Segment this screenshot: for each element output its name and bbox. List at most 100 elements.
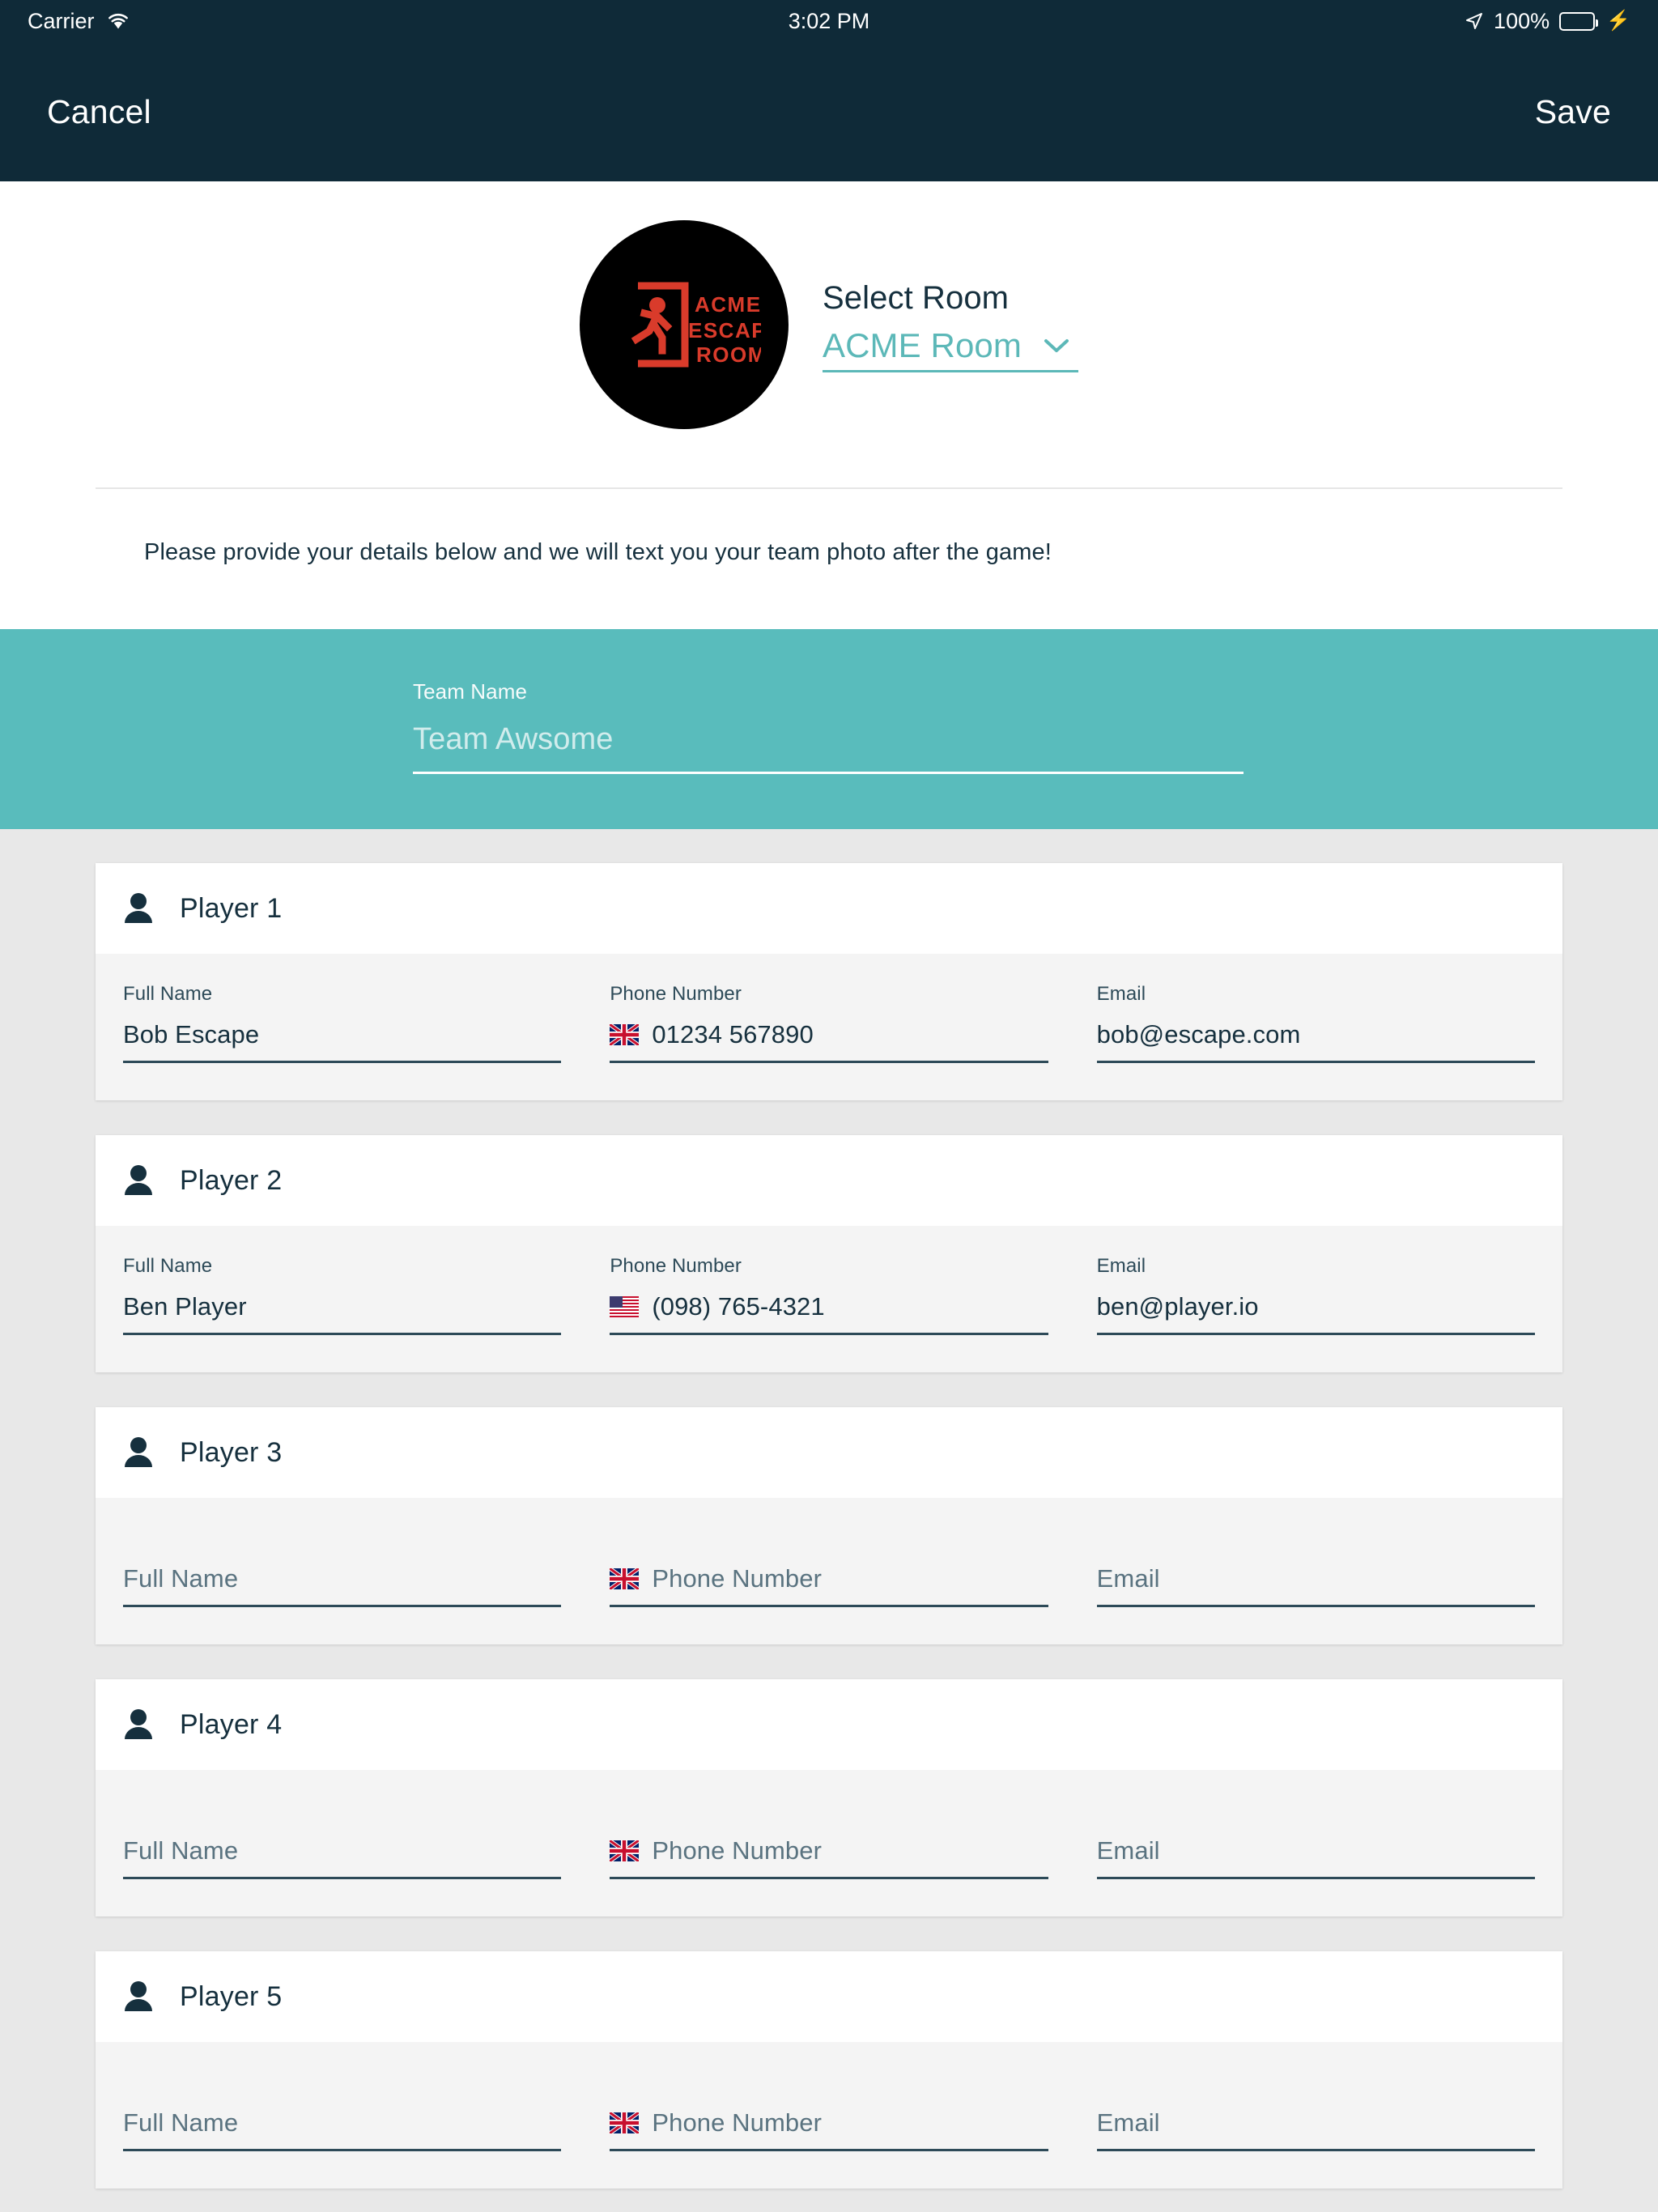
full-name-field[interactable]: Full Name — [123, 1799, 562, 1879]
player-card-header: Player 2 — [96, 1135, 1562, 1226]
full-name-placeholder: Full Name — [123, 1836, 239, 1865]
svg-text:ESCAPE: ESCAPE — [688, 318, 761, 342]
header-panel: ACME ESCAPE ROOM Select Room ACME Room P… — [0, 181, 1658, 629]
carrier-label: Carrier — [28, 8, 95, 33]
status-bar: Carrier 3:02 PM 100% ⚡ — [0, 0, 1658, 42]
phone-field[interactable]: Phone Number 01234 567890 — [610, 983, 1048, 1063]
email-field[interactable]: Email ben@player.io — [1096, 1255, 1535, 1335]
full-name-field[interactable]: Full Name — [123, 1527, 562, 1607]
player-title: Player 1 — [180, 892, 283, 924]
person-icon — [123, 892, 154, 925]
full-name-input[interactable]: Full Name — [123, 1836, 562, 1879]
player-card: Player 2 Full Name Ben Player Phone Numb… — [96, 1135, 1562, 1372]
email-placeholder: Email — [1096, 1836, 1160, 1865]
full-name-value: Ben Player — [123, 1292, 247, 1321]
player-card: Player 5 Full Name Phone Number Email — [96, 1951, 1562, 2189]
player-card: Player 1 Full Name Bob Escape Phone Numb… — [96, 863, 1562, 1100]
email-value: ben@player.io — [1096, 1292, 1259, 1321]
email-field[interactable]: Email bob@escape.com — [1096, 983, 1535, 1063]
player-title: Player 2 — [180, 1164, 283, 1196]
select-room-label: Select Room — [823, 279, 1010, 316]
battery-icon — [1559, 11, 1599, 31]
full-name-value: Bob Escape — [123, 1020, 260, 1049]
email-placeholder: Email — [1096, 1564, 1160, 1593]
email-label: Email — [1096, 1255, 1146, 1277]
team-name-field[interactable]: Team Name Team Awsome — [413, 679, 1244, 774]
status-bar-left: Carrier — [28, 9, 130, 34]
email-field[interactable]: Email — [1096, 1799, 1535, 1879]
flag-gb-icon[interactable] — [610, 1024, 640, 1045]
phone-placeholder: Phone Number — [652, 1564, 823, 1593]
player-title: Player 5 — [180, 1980, 283, 2012]
full-name-input[interactable]: Full Name — [123, 2108, 562, 2151]
phone-value: 01234 567890 — [652, 1020, 814, 1049]
player-card-body: Full Name Phone Number Email — [96, 2042, 1562, 2189]
player-card-header: Player 4 — [96, 1679, 1562, 1770]
wifi-icon — [106, 11, 130, 31]
email-label: Email — [1096, 983, 1146, 1005]
phone-placeholder: Phone Number — [652, 1836, 823, 1865]
cancel-button[interactable]: Cancel — [47, 93, 151, 131]
full-name-input[interactable]: Ben Player — [123, 1292, 562, 1335]
room-dropdown[interactable]: ACME Room — [823, 326, 1078, 372]
email-input[interactable]: Email — [1096, 1564, 1535, 1607]
person-icon — [123, 1436, 154, 1469]
email-input[interactable]: Email — [1096, 2108, 1535, 2151]
phone-field[interactable]: Phone Number — [610, 1527, 1048, 1607]
phone-field[interactable]: Phone Number — [610, 2071, 1048, 2151]
player-title: Player 3 — [180, 1436, 283, 1468]
full-name-label: Full Name — [123, 1255, 213, 1277]
flag-gb-icon[interactable] — [610, 2112, 640, 2133]
full-name-placeholder: Full Name — [123, 1564, 239, 1593]
email-field[interactable]: Email — [1096, 1527, 1535, 1607]
full-name-field[interactable]: Full Name Ben Player — [123, 1255, 562, 1335]
email-input[interactable]: ben@player.io — [1096, 1292, 1535, 1335]
full-name-field[interactable]: Full Name — [123, 2071, 562, 2151]
phone-field[interactable]: Phone Number — [610, 1255, 1048, 1335]
person-icon — [123, 1164, 154, 1197]
battery-percent-label: 100% — [1494, 8, 1550, 33]
player-cards-list: Player 1 Full Name Bob Escape Phone Numb… — [0, 829, 1658, 2212]
phone-input[interactable]: (098) 765-4321 — [610, 1292, 1048, 1335]
email-placeholder: Email — [1096, 2108, 1160, 2137]
email-input[interactable]: Email — [1096, 1836, 1535, 1879]
phone-value: (098) 765-4321 — [652, 1292, 825, 1321]
svg-text:ROOM: ROOM — [696, 342, 761, 367]
brand-row: ACME ESCAPE ROOM Select Room ACME Room — [0, 220, 1658, 429]
flag-us-icon[interactable] — [610, 1296, 640, 1317]
phone-input[interactable]: Phone Number — [610, 2108, 1048, 2151]
phone-input[interactable]: Phone Number — [610, 1564, 1048, 1607]
full-name-label: Full Name — [123, 983, 213, 1005]
email-field[interactable]: Email — [1096, 2071, 1535, 2151]
full-name-input[interactable]: Bob Escape — [123, 1020, 562, 1063]
full-name-field[interactable]: Full Name Bob Escape — [123, 983, 562, 1063]
phone-input[interactable]: 01234 567890 — [610, 1020, 1048, 1063]
phone-input[interactable]: Phone Number — [610, 1836, 1048, 1879]
lightning-bolt-icon: ⚡ — [1606, 10, 1630, 32]
phone-field[interactable]: Phone Number — [610, 1799, 1048, 1879]
room-picker[interactable]: Select Room ACME Room — [823, 278, 1078, 372]
email-input[interactable]: bob@escape.com — [1096, 1020, 1535, 1063]
player-card: Player 4 Full Name Phone Number Email — [96, 1679, 1562, 1916]
team-name-label: Team Name — [413, 679, 528, 704]
team-name-band: Team Name Team Awsome — [0, 629, 1658, 829]
player-card-body: Full Name Phone Number Email — [96, 1770, 1562, 1916]
player-title: Player 4 — [180, 1708, 283, 1740]
player-card-header: Player 1 — [96, 863, 1562, 954]
chevron-down-icon[interactable] — [1043, 337, 1070, 355]
save-button[interactable]: Save — [1535, 93, 1611, 131]
full-name-placeholder: Full Name — [123, 2108, 239, 2137]
flag-gb-icon[interactable] — [610, 1840, 640, 1861]
location-arrow-icon — [1465, 11, 1484, 31]
full-name-input[interactable]: Full Name — [123, 1564, 562, 1607]
player-card-header: Player 3 — [96, 1407, 1562, 1498]
player-card-body: Full Name Bob Escape Phone Number 01234 … — [96, 954, 1562, 1100]
phone-label: Phone Number — [610, 983, 742, 1005]
player-card-header: Player 5 — [96, 1951, 1562, 2042]
selected-room-value: ACME Room — [823, 325, 1022, 364]
svg-text:ACME: ACME — [695, 292, 761, 317]
flag-gb-icon[interactable] — [610, 1568, 640, 1589]
email-value: bob@escape.com — [1096, 1020, 1301, 1049]
person-icon — [123, 1708, 154, 1741]
team-name-input[interactable]: Team Awsome — [413, 722, 1244, 774]
